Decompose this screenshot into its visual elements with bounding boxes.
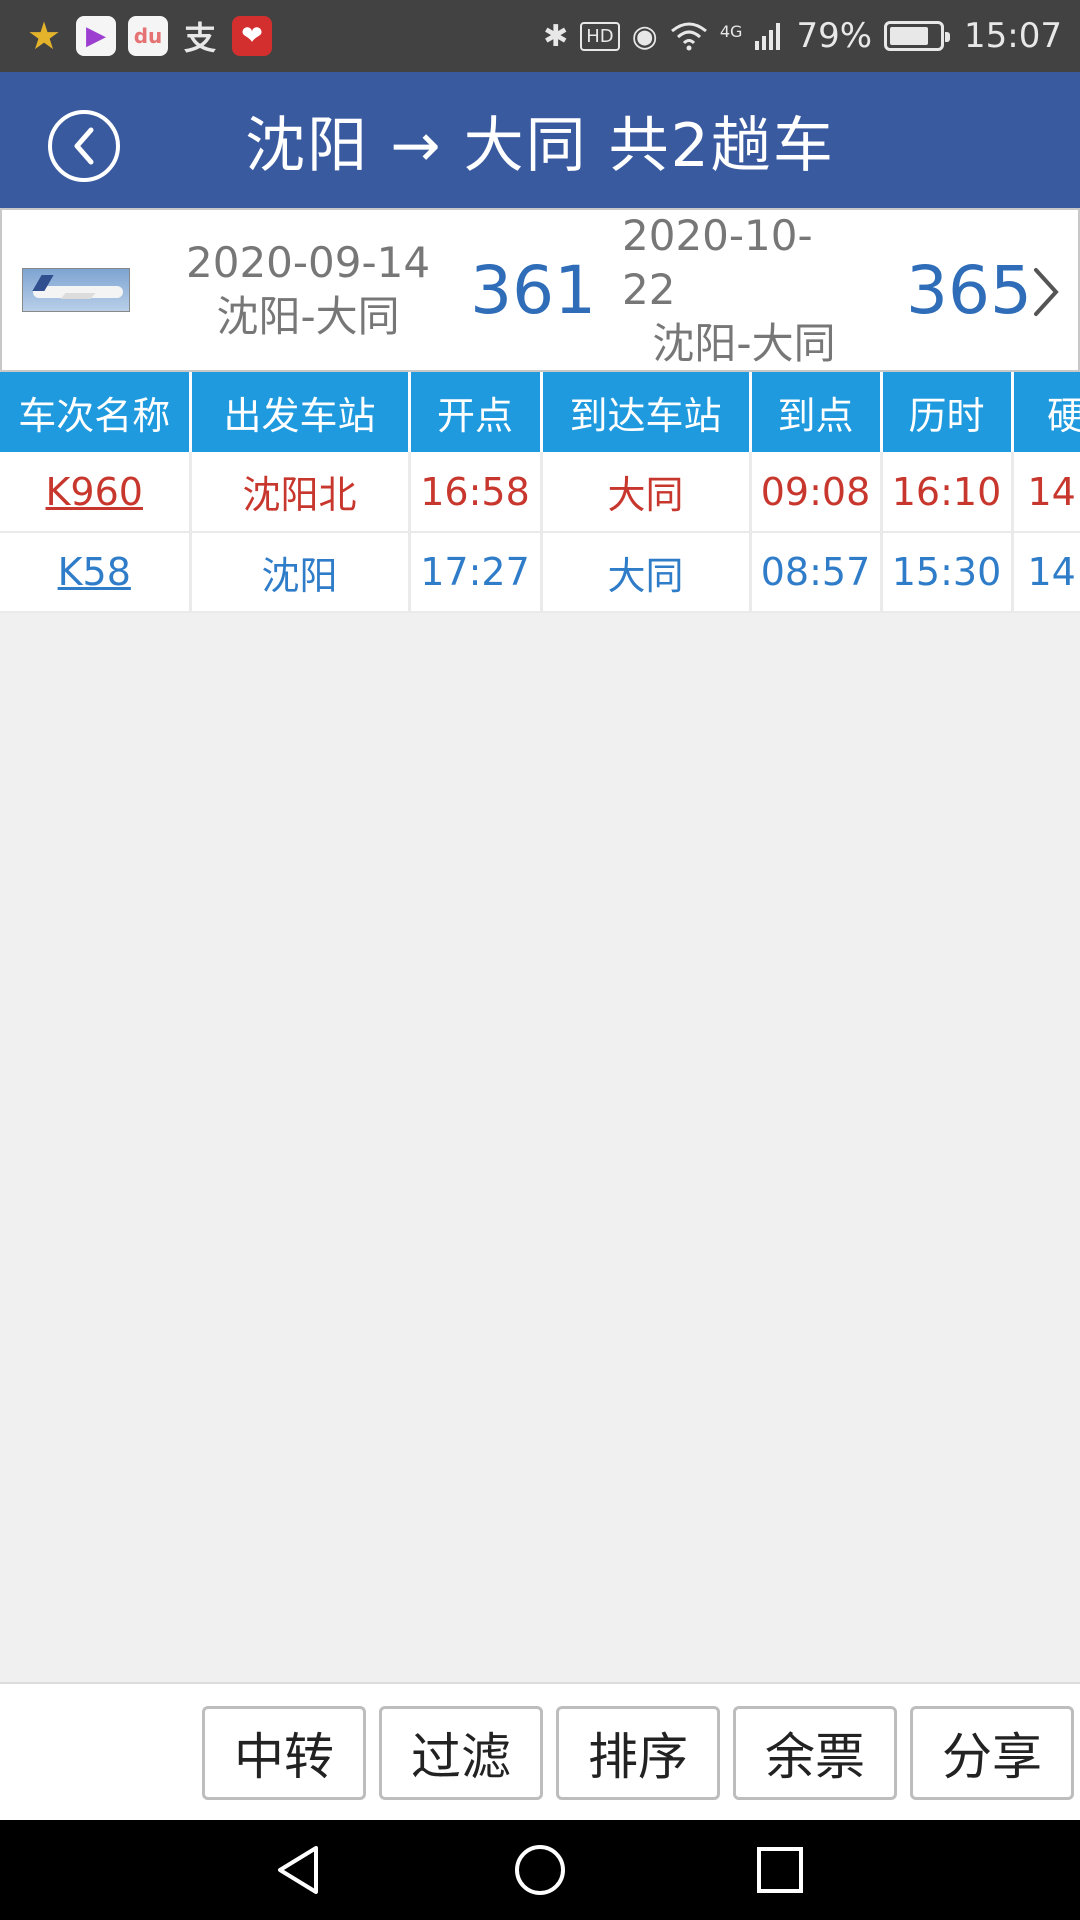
nav-home-icon[interactable] [512,1842,568,1898]
map-app-icon: du [128,16,168,56]
depart-time: 16:58 [409,452,543,533]
depart-time: 17:27 [409,532,543,613]
filter-button[interactable]: 过滤 [379,1706,543,1800]
video-app-icon: ▶ [76,16,116,56]
arrive-time: 08:57 [750,532,883,613]
wifi-icon [670,22,707,51]
price-date: 2020-09-14 [186,238,431,287]
train-number-link[interactable]: K58 [58,550,131,594]
train-number-link[interactable]: K960 [46,470,143,514]
status-bar: ★ ▶ du 支 ❤ ✱ HD ◉ 4G 79% 15:07 [0,0,1080,72]
table-header-row: 车次名称 出发车站 开点 到达车站 到点 历时 硬 [0,372,1080,452]
alipay-app-icon: 支 [183,19,216,57]
price-date: 2020-10-22 [622,211,813,314]
col-duration[interactable]: 历时 [881,372,1014,452]
from-station: 沈阳 [190,532,411,613]
from-station: 沈阳北 [190,452,411,533]
battery-percent: 79% [796,16,873,56]
system-nav-bar [0,1820,1080,1920]
nav-recents-icon[interactable] [752,1842,808,1898]
battery-fill [890,27,928,45]
chevron-left-icon [74,127,94,165]
price-item[interactable]: 2020-10-22 沈阳-大同 365 [622,209,1032,371]
col-arrive-time[interactable]: 到点 [750,372,883,452]
system-status: ✱ HD ◉ 4G 79% 15:07 [543,16,1062,56]
col-hard-seat[interactable]: 硬 [1012,372,1080,452]
transfer-button[interactable]: 中转 [202,1706,366,1800]
signal-icon [755,23,781,50]
bottom-toolbar: 中转 过滤 排序 余票 分享 [0,1682,1080,1820]
hard-seat-price: 141 [1012,532,1080,613]
app-header: 沈阳 → 大同 共2趟车 [0,72,1080,208]
remaining-tickets-button[interactable]: 余票 [733,1706,897,1800]
train-table: 车次名称 出发车站 开点 到达车站 到点 历时 硬 K960 沈阳北 16:58… [0,372,1080,613]
duration: 15:30 [881,532,1014,613]
bluetooth-icon: ✱ [543,18,569,54]
to-station: 大同 [541,452,752,533]
price-route: 沈阳-大同 [216,292,400,341]
price-value: 365 [906,251,1032,329]
back-button[interactable] [48,110,120,182]
arrive-time: 09:08 [750,452,883,533]
page-title: 沈阳 → 大同 共2趟车 [245,110,835,181]
shop-app-icon: ❤ [232,16,272,56]
price-value: 361 [470,251,597,329]
hd-icon: HD [580,21,620,51]
eye-icon: ◉ [631,18,658,54]
col-train-name[interactable]: 车次名称 [0,372,192,452]
nav-back-icon[interactable] [272,1842,328,1898]
col-to-station[interactable]: 到达车站 [541,372,752,452]
col-from-station[interactable]: 出发车站 [190,372,411,452]
chevron-right-icon[interactable] [1026,264,1066,320]
star-app-icon: ★ [26,14,62,58]
to-station: 大同 [541,532,752,613]
table-row[interactable]: K960 沈阳北 16:58 大同 09:08 16:10 141 [0,452,1080,533]
col-depart-time[interactable]: 开点 [409,372,543,452]
price-item[interactable]: 2020-09-14 沈阳-大同 361 [186,236,616,344]
flight-price-strip[interactable]: 2020-09-14 沈阳-大同 361 2020-10-22 沈阳-大同 36… [0,208,1080,372]
sort-button[interactable]: 排序 [556,1706,720,1800]
duration: 16:10 [881,452,1014,533]
hard-seat-price: 141 [1012,452,1080,533]
notification-icons: ★ ▶ du 支 ❤ [24,14,272,58]
clock: 15:07 [964,16,1062,56]
airplane-thumbnail [22,268,130,312]
network-type: 4G [719,22,743,41]
price-route: 沈阳-大同 [652,319,836,368]
battery-icon [884,21,951,51]
share-button[interactable]: 分享 [910,1706,1074,1800]
table-row[interactable]: K58 沈阳 17:27 大同 08:57 15:30 141 [0,532,1080,613]
